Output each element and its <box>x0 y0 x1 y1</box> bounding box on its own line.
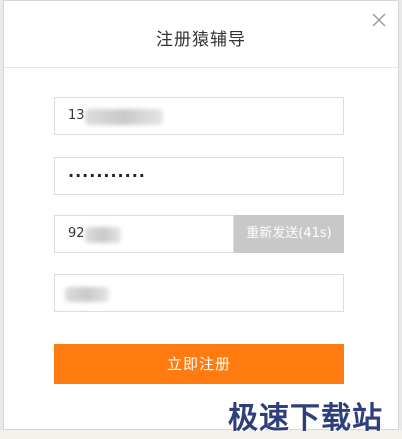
verification-code-input[interactable]: 92 <box>54 215 234 253</box>
register-button[interactable]: 立即注册 <box>54 344 344 384</box>
field-redacted <box>65 287 109 302</box>
register-dialog: 注册猿辅导 13 ··········· 92 重新发送(41s) 立即注册 <box>3 0 399 430</box>
code-redacted <box>85 227 121 243</box>
dialog-title: 注册猿辅导 <box>156 30 246 50</box>
title-divider <box>4 67 398 68</box>
phone-value: 13 <box>68 108 85 123</box>
phone-redacted <box>85 109 163 125</box>
watermark-logo: 极速下载站 <box>228 401 383 436</box>
password-mask: ··········· <box>68 166 146 185</box>
code-value: 92 <box>68 226 85 241</box>
phone-input[interactable]: 13 <box>54 97 344 135</box>
nickname-input[interactable] <box>54 274 344 312</box>
resend-code-button[interactable]: 重新发送(41s) <box>234 215 344 253</box>
password-input[interactable]: ··········· <box>54 157 344 195</box>
close-icon[interactable] <box>370 11 388 29</box>
